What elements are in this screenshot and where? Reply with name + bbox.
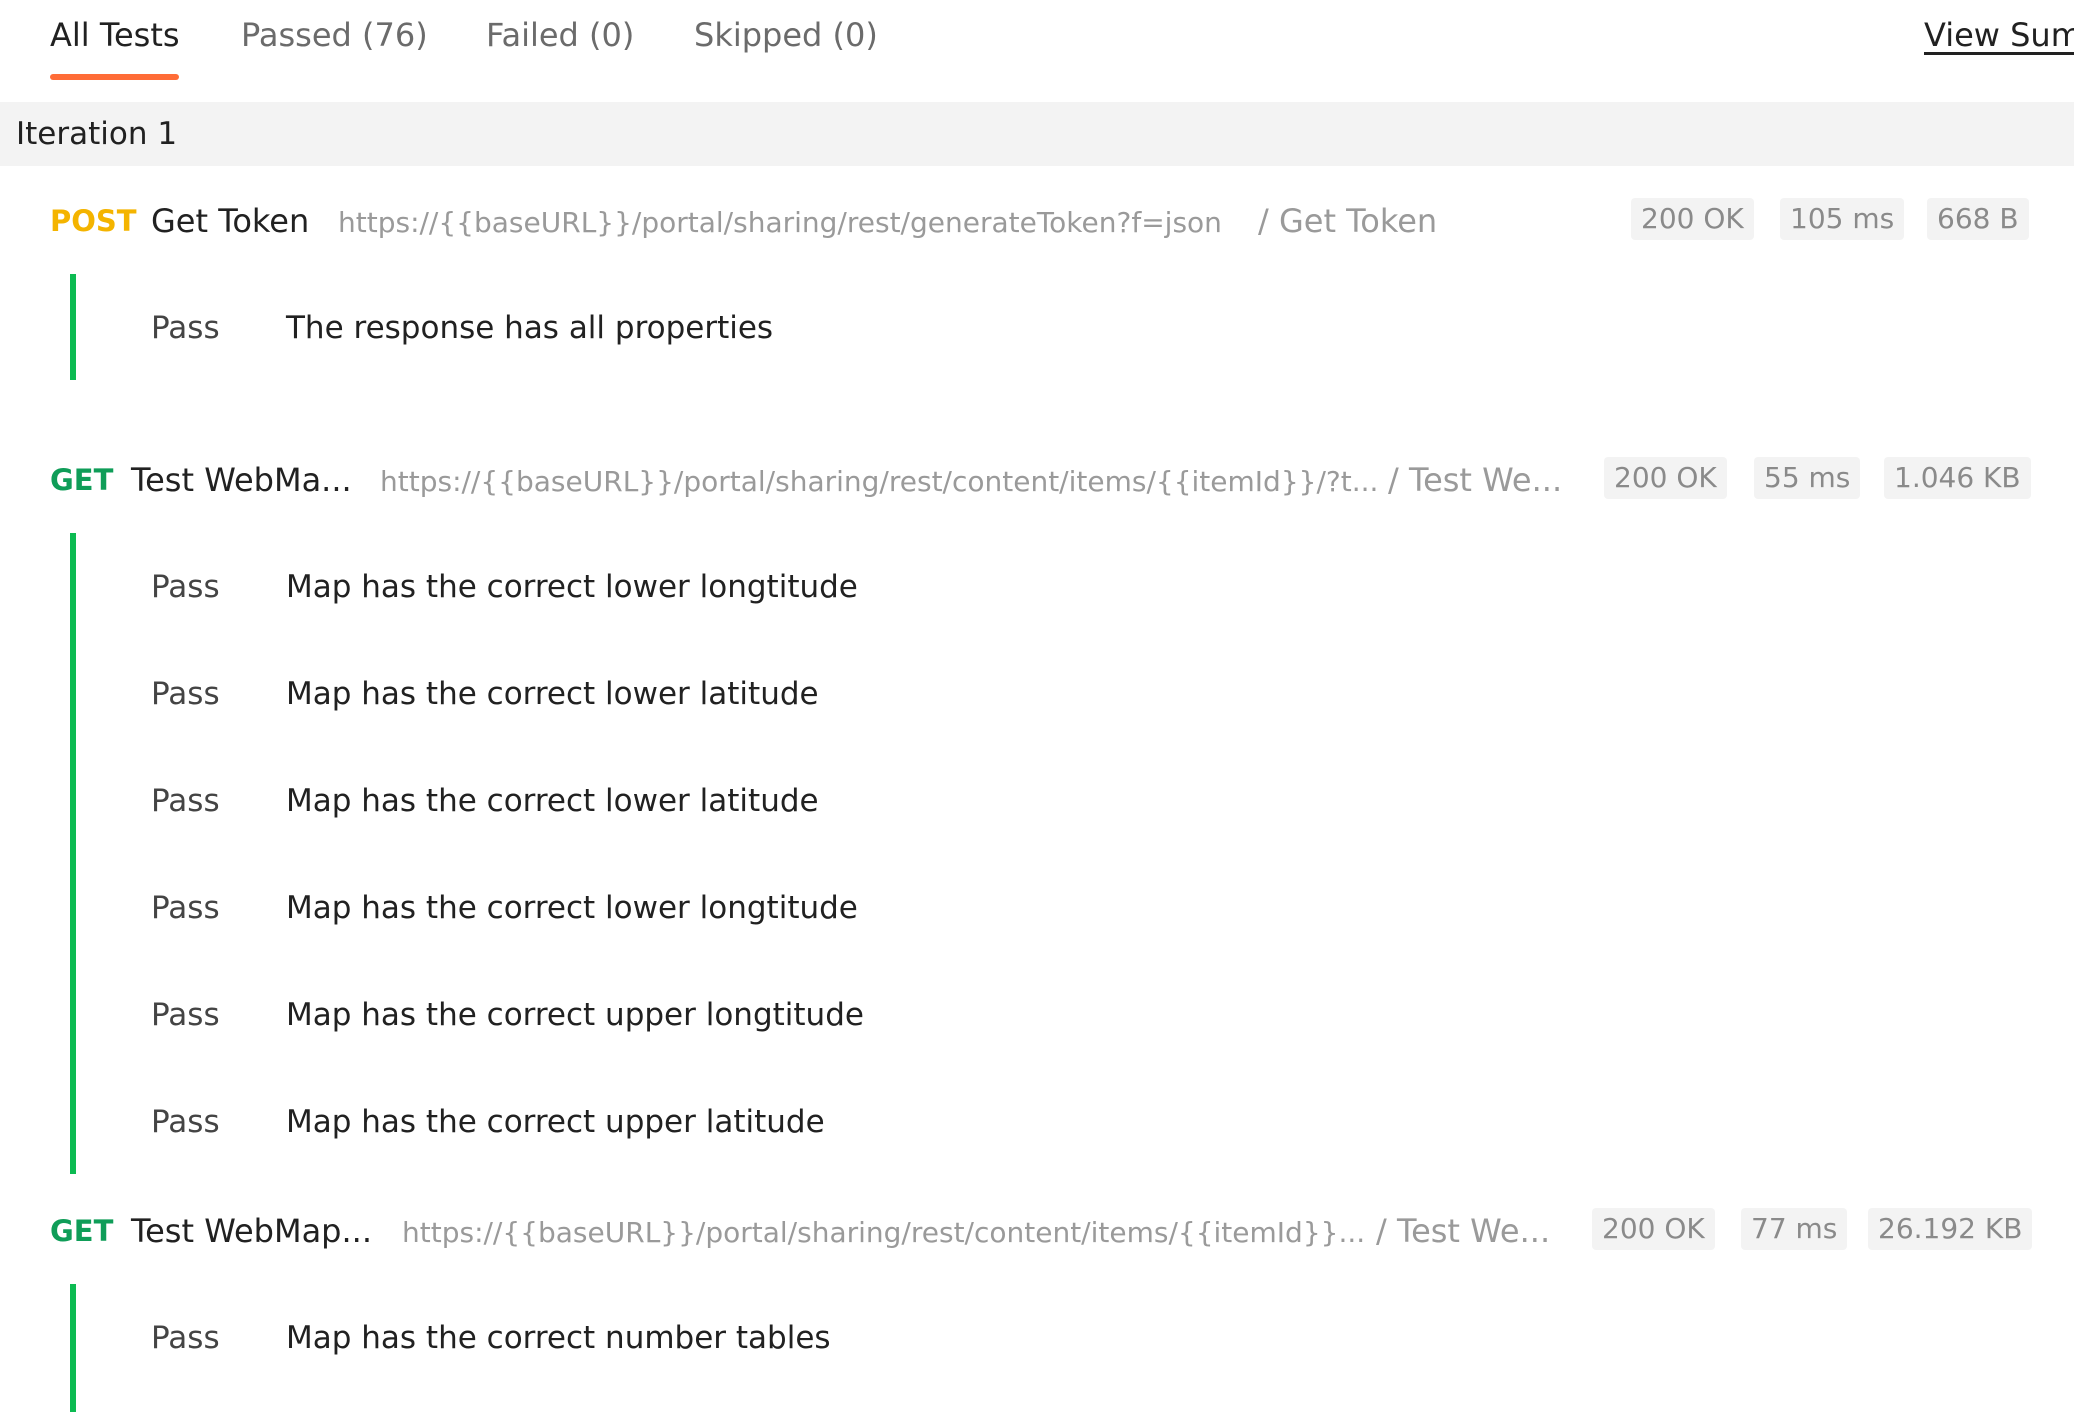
test-result-status: Pass [151,310,220,346]
pass-indicator-bar [70,533,76,1174]
status-code-badge: 200 OK [1631,198,1754,240]
request-collection-path: / Test We... [1388,461,1563,499]
tab-all-tests[interactable]: All Tests [50,16,180,54]
request-url: https://{{baseURL}}/portal/sharing/rest/… [402,1216,1366,1249]
test-result-name: Map has the correct lower latitude [286,783,819,819]
test-result-name: The response has all properties [286,310,774,346]
method-badge-get: GET [50,1214,114,1248]
iteration-header[interactable]: Iteration 1 [0,102,2074,166]
test-result-row: Pass Map has the correct lower latitude [0,777,2074,827]
test-result-row: Pass Map has the correct lower longtitud… [0,563,2074,613]
tab-skipped[interactable]: Skipped (0) [694,16,878,54]
status-code-badge: 200 OK [1592,1208,1715,1250]
request-row-test-webmap-2[interactable]: GET Test WebMap... https://{{baseURL}}/p… [0,1202,2074,1262]
tab-passed[interactable]: Passed (76) [241,16,428,54]
test-result-status: Pass [151,676,220,712]
response-size-badge: 26.192 KB [1868,1208,2033,1250]
request-collection-path: / Get Token [1258,202,1438,240]
method-badge-get: GET [50,463,114,497]
response-time-badge: 77 ms [1741,1208,1848,1250]
test-result-row: Pass The response has all properties [0,304,2074,354]
request-name[interactable]: Test WebMa... [131,461,352,499]
status-code-badge: 200 OK [1604,457,1727,499]
iteration-label: Iteration 1 [16,116,178,152]
test-result-name: Map has the correct number tables [286,1320,831,1356]
test-result-status: Pass [151,783,220,819]
test-result-name: Map has the correct lower latitude [286,676,819,712]
results-tabs: All Tests Passed (76) Failed (0) Skipped… [0,0,2074,100]
method-badge-post: POST [50,204,137,238]
response-time-badge: 105 ms [1780,198,1905,240]
request-url: https://{{baseURL}}/portal/sharing/rest/… [380,465,1379,498]
request-name[interactable]: Get Token [151,202,309,240]
test-result-row: Pass Map has the correct upper latitude [0,1098,2074,1148]
request-url: https://{{baseURL}}/portal/sharing/rest/… [338,206,1222,239]
request-row-test-webmap-1[interactable]: GET Test WebMa... https://{{baseURL}}/po… [0,451,2074,511]
request-row-get-token[interactable]: POST Get Token https://{{baseURL}}/porta… [0,192,2074,252]
test-result-row: Pass Map has the correct upper longtitud… [0,991,2074,1041]
test-result-name: Map has the correct upper latitude [286,1104,825,1140]
test-result-name: Map has the correct lower longtitude [286,890,858,926]
response-time-badge: 55 ms [1754,457,1861,499]
response-size-badge: 1.046 KB [1884,457,2031,499]
test-result-name: Map has the correct upper longtitude [286,997,864,1033]
test-result-status: Pass [151,569,220,605]
request-collection-path: / Test We... [1376,1212,1551,1250]
test-result-row: Pass Map has the correct number tables [0,1314,2074,1364]
tab-failed[interactable]: Failed (0) [486,16,634,54]
test-result-status: Pass [151,1104,220,1140]
test-result-status: Pass [151,890,220,926]
test-result-status: Pass [151,997,220,1033]
test-result-row: Pass Map has the correct lower longtitud… [0,884,2074,934]
view-summary-link[interactable]: View Sum [1924,16,2074,54]
request-name[interactable]: Test WebMap... [131,1212,372,1250]
response-size-badge: 668 B [1927,198,2029,240]
test-result-status: Pass [151,1320,220,1356]
test-result-name: Map has the correct lower longtitude [286,569,858,605]
test-result-row: Pass Map has the correct lower latitude [0,670,2074,720]
active-tab-indicator [50,74,179,80]
